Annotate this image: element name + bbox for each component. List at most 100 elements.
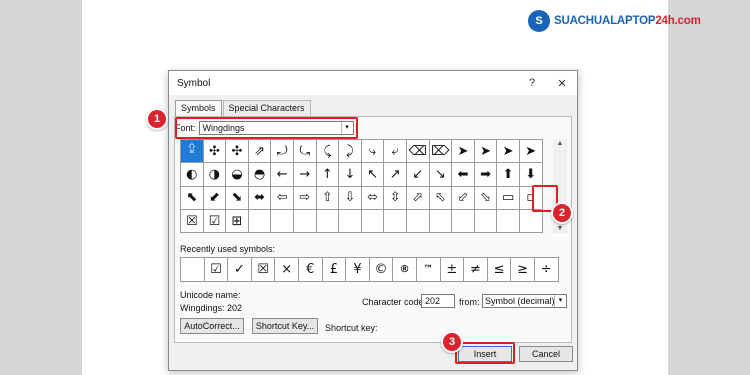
symbol-cell[interactable]: ⬁ xyxy=(429,186,453,210)
symbol-cell[interactable]: ➤ xyxy=(497,140,520,164)
recent-symbol-cell[interactable]: ¥ xyxy=(346,258,370,282)
recent-symbol-cell[interactable]: ÷ xyxy=(534,258,559,282)
symbol-cell[interactable]: ⬄ xyxy=(361,186,385,210)
symbol-cell[interactable]: → xyxy=(293,163,317,187)
recent-symbol-cell[interactable] xyxy=(181,258,205,282)
symbol-cell[interactable]: ➤ xyxy=(474,140,498,164)
recent-symbols-row: ☑ ✓ ☒ × € £ ¥ © ® ™ ± ≠ ≤ ≥ ÷ xyxy=(180,257,559,282)
recent-symbol-cell[interactable]: ≠ xyxy=(464,258,488,282)
symbol-cell[interactable]: ➤ xyxy=(519,140,543,164)
symbol-cell[interactable] xyxy=(406,209,430,234)
symbol-cell[interactable]: ⬌ xyxy=(248,186,272,210)
symbol-cell[interactable]: ⤶ xyxy=(384,140,407,164)
symbol-cell[interactable]: ↘ xyxy=(429,163,453,187)
symbol-cell[interactable]: ⤿ xyxy=(293,140,317,164)
symbol-cell[interactable]: ➤ xyxy=(452,140,475,164)
logo-text: SUACHUALAPTOP24h.com xyxy=(554,15,701,27)
symbol-cell[interactable]: ⊞ xyxy=(226,209,249,234)
symbol-cell[interactable] xyxy=(429,209,453,234)
recent-symbol-cell[interactable]: € xyxy=(298,258,323,282)
symbol-cell[interactable]: ☑ xyxy=(203,209,227,234)
symbol-cell[interactable]: ⬂ xyxy=(474,186,498,210)
symbol-cell[interactable]: ✣ xyxy=(226,140,249,164)
symbol-cell[interactable]: ☒ xyxy=(181,209,204,234)
cancel-button[interactable]: Cancel xyxy=(519,346,573,362)
recent-symbol-cell[interactable]: £ xyxy=(322,258,347,282)
symbol-cell[interactable]: ⬅ xyxy=(452,163,475,187)
symbol-cell[interactable] xyxy=(361,209,385,234)
symbol-cell[interactable] xyxy=(497,209,520,234)
symbol-cell[interactable] xyxy=(474,209,498,234)
symbol-cell[interactable]: ⇧ xyxy=(316,186,340,210)
symbol-cell[interactable] xyxy=(452,209,475,234)
font-highlight-box xyxy=(175,117,358,139)
step-badge-3: 3 xyxy=(441,331,463,353)
symbol-cell[interactable]: ⌫ xyxy=(406,140,430,164)
close-button[interactable]: ✕ xyxy=(547,77,577,90)
symbol-cell[interactable] xyxy=(519,209,543,234)
symbol-cell[interactable]: ⤷ xyxy=(361,140,385,164)
symbol-cell[interactable]: ⬃ xyxy=(452,186,475,210)
recent-symbol-cell[interactable]: ✓ xyxy=(228,258,252,282)
recent-symbol-cell[interactable]: ≤ xyxy=(487,258,512,282)
autocorrect-button[interactable]: AutoCorrect... xyxy=(180,318,244,334)
symbol-cell[interactable]: ➡ xyxy=(474,163,498,187)
symbol-cell[interactable]: ⤸ xyxy=(339,140,362,164)
insert-highlight-box xyxy=(455,342,515,364)
recent-symbol-cell[interactable]: ® xyxy=(393,258,417,282)
recent-symbol-cell[interactable]: × xyxy=(275,258,299,282)
symbol-cell[interactable]: ⇩ xyxy=(339,186,362,210)
from-dropdown[interactable]: Symbol (decimal) ▾ xyxy=(482,294,567,308)
character-code-input[interactable]: 202 xyxy=(421,294,455,308)
unicode-name-label: Unicode name: xyxy=(180,290,241,300)
symbol-cell[interactable]: ↖ xyxy=(361,163,385,187)
scroll-up-icon[interactable]: ▲ xyxy=(553,140,567,147)
symbol-cell[interactable] xyxy=(293,209,317,234)
symbol-cell[interactable] xyxy=(339,209,362,234)
symbol-cell[interactable]: ⇳ xyxy=(384,186,407,210)
recent-symbol-cell[interactable]: ≥ xyxy=(511,258,535,282)
symbol-cell[interactable] xyxy=(248,209,272,234)
tab-symbols[interactable]: Symbols xyxy=(175,100,222,117)
symbol-cell[interactable]: ⬋ xyxy=(203,186,227,210)
recent-symbol-cell[interactable]: ☒ xyxy=(251,258,276,282)
symbol-cell[interactable]: ⬀ xyxy=(406,186,430,210)
symbol-cell[interactable]: ⇨ xyxy=(293,186,317,210)
shortcut-key-button[interactable]: Shortcut Key... xyxy=(252,318,318,334)
recent-symbol-cell[interactable]: © xyxy=(369,258,394,282)
symbol-cell[interactable]: ⤾ xyxy=(271,140,294,164)
symbol-cell[interactable]: ◐ xyxy=(181,163,204,187)
symbol-cell[interactable]: ▭ xyxy=(497,186,520,210)
symbol-cell[interactable]: ⇗ xyxy=(248,140,272,164)
scroll-down-icon[interactable]: ▼ xyxy=(553,225,567,232)
symbol-cell[interactable]: ⇦ xyxy=(271,186,294,210)
symbol-cell[interactable]: ⬇ xyxy=(519,163,543,187)
recent-symbol-cell[interactable]: ☑ xyxy=(204,258,229,282)
symbol-cell[interactable]: ↓ xyxy=(339,163,362,187)
symbol-cell[interactable]: ↑ xyxy=(316,163,340,187)
symbol-cell[interactable]: ⬆ xyxy=(497,163,520,187)
symbol-grid: ⮸ ✣ ✣ ⇗ ⤾ ⤿ ⤹ ⤸ ⤷ ⤶ ⌫ ⌦ ➤ ➤ ➤ ➤ ◐ ◑ ◒ ◓ ← → ↑ ↓ ↖ ↗ ↙ ↘ ⬅ ➡ ⬆ ⬇ ⬉ ⬋ ⬊ ⬌ ⇦ ⇨ ⇧ ⇩… xyxy=(180,139,543,234)
symbol-cell[interactable] xyxy=(316,209,340,234)
from-value: Symbol (decimal) xyxy=(485,296,555,306)
tab-strip: Symbols Special Characters xyxy=(175,100,312,117)
symbol-cell[interactable]: ◑ xyxy=(203,163,227,187)
symbol-cell[interactable]: ⤹ xyxy=(316,140,340,164)
symbol-cell[interactable] xyxy=(271,209,294,234)
symbol-cell[interactable]: ⮸ xyxy=(181,140,204,164)
help-button[interactable]: ? xyxy=(517,77,547,89)
symbol-cell[interactable]: ◓ xyxy=(248,163,272,187)
character-code-label: Character code: xyxy=(362,297,427,307)
symbol-cell[interactable]: ⬊ xyxy=(226,186,249,210)
symbol-cell[interactable]: ⌦ xyxy=(429,140,453,164)
symbol-cell[interactable]: ↙ xyxy=(406,163,430,187)
symbol-cell[interactable] xyxy=(384,209,407,234)
tab-special-characters[interactable]: Special Characters xyxy=(222,100,311,116)
symbol-cell[interactable]: ✣ xyxy=(203,140,227,164)
recent-symbol-cell[interactable]: ™ xyxy=(416,258,441,282)
symbol-cell[interactable]: ← xyxy=(271,163,294,187)
symbol-cell[interactable]: ⬉ xyxy=(181,186,204,210)
recent-symbol-cell[interactable]: ± xyxy=(440,258,465,282)
symbol-cell[interactable]: ↗ xyxy=(384,163,407,187)
symbol-cell[interactable]: ◒ xyxy=(226,163,249,187)
